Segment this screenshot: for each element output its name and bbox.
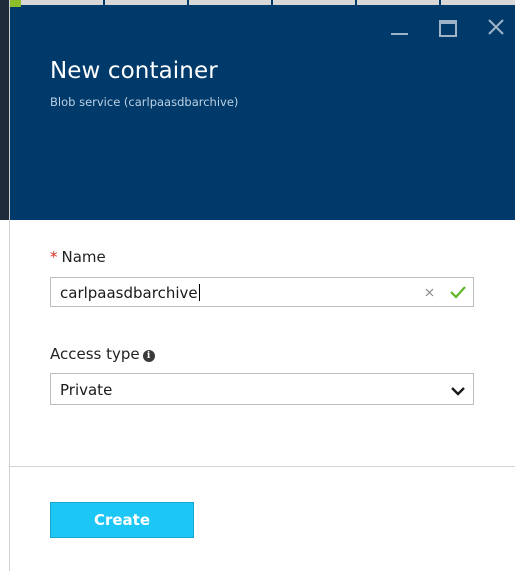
blade-left-edge-dark [0, 0, 9, 220]
create-button[interactable]: Create [50, 502, 194, 538]
chevron-down-icon[interactable] [451, 383, 465, 396]
access-type-select[interactable]: Private [50, 373, 474, 405]
blade-subtitle: Blob service (carlpaasdbarchive) [50, 95, 239, 109]
info-icon[interactable]: i [142, 350, 155, 362]
blade-title: New container [50, 58, 218, 84]
blade-header: New container Blob service (carlpaasdbar… [10, 0, 515, 220]
required-marker: * [50, 248, 58, 266]
accent-strip [10, 0, 21, 7]
text-caret [198, 284, 200, 301]
access-type-selected: Private [60, 381, 113, 399]
name-input[interactable]: carlpaasdbarchive [50, 277, 474, 307]
name-field-label: * Name [50, 248, 106, 266]
blade-content: * Name carlpaasdbarchive Access type i Pri… [10, 220, 515, 571]
clear-icon[interactable] [423, 285, 437, 299]
close-icon[interactable] [485, 16, 507, 38]
window-controls [389, 16, 507, 38]
maximize-icon[interactable] [437, 16, 459, 38]
name-input-value: carlpaasdbarchive [60, 284, 200, 302]
new-container-blade: New container Blob service (carlpaasdbar… [0, 0, 515, 571]
minimize-icon[interactable] [389, 16, 411, 38]
name-label-text: Name [61, 248, 106, 266]
access-type-label: Access type i [50, 345, 155, 363]
footer-divider [10, 466, 515, 467]
valid-check-icon [449, 284, 467, 300]
access-type-label-text: Access type [50, 345, 140, 363]
blade-left-edge [0, 0, 10, 571]
blade-tab-strip [21, 0, 515, 5]
